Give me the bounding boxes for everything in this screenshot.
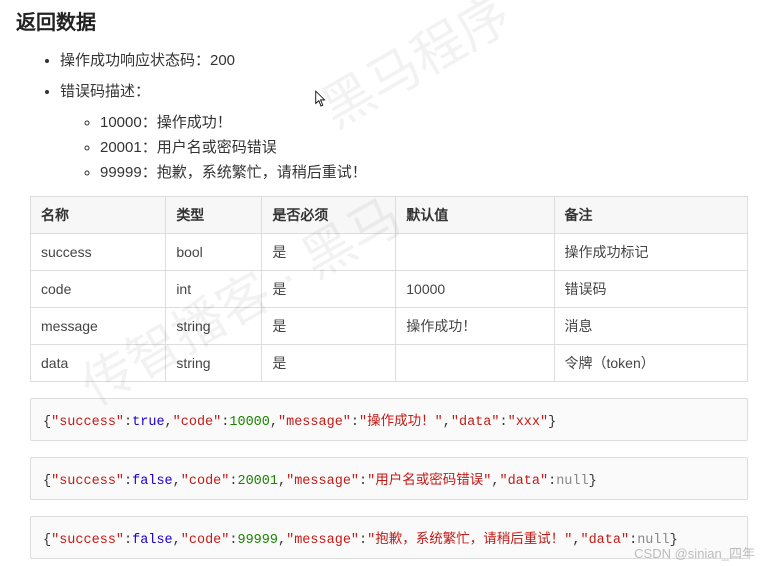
error-code-list: 10000：操作成功！ 20001：用户名或密码错误 99999：抱歉，系统繁忙…	[60, 111, 769, 182]
table-row: messagestring是操作成功！消息	[31, 308, 748, 345]
list-item: 20001：用户名或密码错误	[100, 136, 769, 157]
status-code-item: 操作成功响应状态码：200	[60, 49, 769, 70]
col-type: 类型	[166, 197, 262, 234]
col-remark: 备注	[554, 197, 748, 234]
error-desc-label: 错误码描述：	[60, 83, 150, 100]
table-body: successbool是操作成功标记 codeint是10000错误码 mess…	[31, 234, 748, 382]
table-row: datastring是令牌（token）	[31, 345, 748, 382]
code-example-2: {"success":false,"code":20001,"message":…	[30, 457, 748, 500]
col-name: 名称	[31, 197, 166, 234]
list-item: 10000：操作成功！	[100, 111, 769, 132]
response-fields-table: 名称 类型 是否必须 默认值 备注 successbool是操作成功标记 cod…	[30, 196, 748, 382]
table-row: successbool是操作成功标记	[31, 234, 748, 271]
error-desc-item: 错误码描述： 10000：操作成功！ 20001：用户名或密码错误 99999：…	[60, 80, 769, 182]
table-row: codeint是10000错误码	[31, 271, 748, 308]
table-header-row: 名称 类型 是否必须 默认值 备注	[31, 197, 748, 234]
code-example-1: {"success":true,"code":10000,"message":"…	[30, 398, 748, 441]
col-default: 默认值	[396, 197, 554, 234]
section-title: 返回数据	[16, 6, 769, 35]
description-list: 操作成功响应状态码：200 错误码描述： 10000：操作成功！ 20001：用…	[16, 49, 769, 182]
col-required: 是否必须	[262, 197, 396, 234]
code-example-3: {"success":false,"code":99999,"message":…	[30, 516, 748, 559]
list-item: 99999：抱歉，系统繁忙，请稍后重试！	[100, 161, 769, 182]
